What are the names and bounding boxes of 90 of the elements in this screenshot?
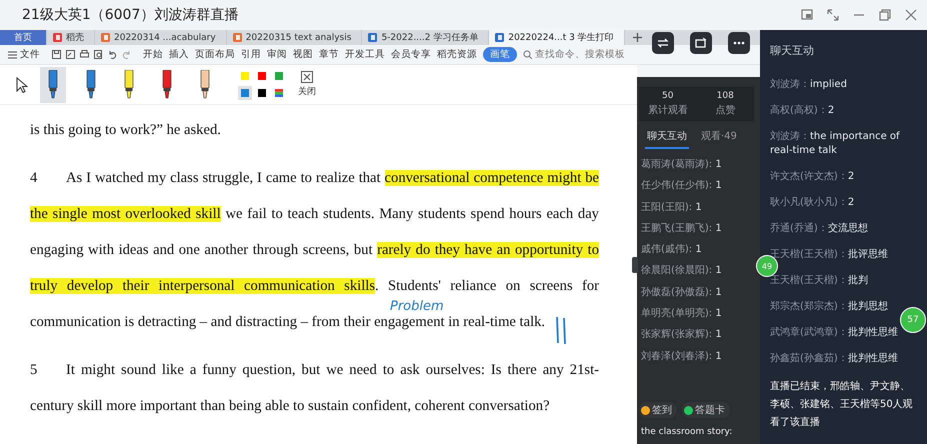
close-box-icon: [301, 71, 313, 83]
stat-value: 50: [662, 91, 674, 101]
chat-entry: 孙傲磊(孙傲磊): 1: [641, 286, 722, 299]
pen-icon: [86, 70, 96, 100]
document-icon: [368, 33, 378, 42]
color-swatch[interactable]: [255, 86, 269, 100]
menu-item[interactable]: 章节: [319, 48, 339, 61]
paragraph: 5 It might sound like a funny question, but we need to ask ourselves: Is there any 21st-century skill more important than being able to sustain confident, coherent conversation?: [30, 361, 599, 416]
preview-icon[interactable]: [94, 50, 103, 59]
chat-entry: 单明亮(单明亮): 1: [641, 306, 722, 320]
color-swatch[interactable]: [272, 69, 286, 83]
file-menu[interactable]: 文件: [8, 48, 40, 61]
ink-mark: [555, 315, 567, 345]
menu-item[interactable]: 审阅: [267, 48, 287, 61]
pen-tool[interactable]: [40, 66, 66, 102]
stat-value: 108: [716, 91, 734, 101]
pen-icon: [162, 70, 172, 100]
chat-entry: 刘春泽(刘春泽): 1: [641, 350, 722, 363]
chat-entry: 徐晨阳(徐晨阳): 1: [641, 264, 722, 278]
menu-icon: [8, 50, 17, 58]
search-icon: [523, 50, 532, 59]
more-button[interactable]: [728, 32, 750, 54]
close-icon[interactable]: [905, 9, 917, 21]
chat-entry: 王鹏飞(王鹏飞): 1: [641, 222, 722, 235]
menu-item[interactable]: 开始: [143, 48, 163, 61]
menu-item[interactable]: 插入: [169, 48, 189, 61]
switch-icon: [657, 37, 669, 49]
menu-item[interactable]: 引用: [241, 48, 261, 61]
close-pen-button[interactable]: 关闭: [298, 71, 316, 98]
save-icon[interactable]: [52, 50, 61, 59]
collapse-handle[interactable]: [632, 257, 638, 273]
chat-message: 武鸿章(武鸿章)：批判性思维: [770, 326, 899, 340]
chat-message: 孙鑫茹(孙鑫茹)：批判性思维: [770, 352, 899, 366]
system-notice: 直播已结束，邢皓轴、尹文静、李硕、张建铭、王天楷等50人观看了该直播: [770, 380, 914, 430]
restore-icon[interactable]: [879, 9, 891, 21]
chat-message: 许文杰(许文杰)：2: [770, 170, 856, 184]
docer-icon: [53, 33, 62, 42]
menu-item[interactable]: 稻壳资源: [437, 48, 477, 61]
chat-entry: 葛雨涛(葛雨涛): 1: [641, 158, 722, 171]
palette-icon[interactable]: [272, 86, 286, 100]
chat-message: 王天楷(王天楷)：批判: [770, 274, 869, 288]
print-icon[interactable]: [80, 50, 89, 59]
pen-icon: [200, 70, 210, 100]
presentation-icon: [232, 33, 242, 42]
document-icon: [495, 33, 504, 42]
chat-entry: 戚伟(戚伟): 1: [641, 242, 702, 256]
stat-label: 点赞: [715, 104, 736, 117]
color-swatch[interactable]: [255, 69, 269, 83]
message-input[interactable]: the classroom story:: [639, 424, 754, 440]
document-tab[interactable]: 20220224...t 3 学生打印: [489, 30, 625, 45]
action-button[interactable]: 答题卡: [682, 402, 730, 418]
action-button[interactable]: 签到: [639, 402, 677, 418]
chat-entry: 张家辉(张家辉): 1: [641, 328, 722, 342]
switch-button[interactable]: [652, 32, 674, 54]
chat-entry: 任少伟(任少伟): 1: [641, 178, 722, 192]
cursor-icon[interactable]: [16, 76, 28, 92]
panel-tab[interactable]: 聊天互动: [645, 125, 689, 149]
menu-item[interactable]: 开发工具: [345, 48, 385, 61]
paragraph: is this going to work?” he asked.: [30, 121, 222, 140]
menu-item[interactable]: 会员专享: [391, 48, 431, 61]
menu-item[interactable]: 视图: [293, 48, 313, 61]
panel-title: 聊天互动: [770, 43, 815, 58]
screen-button[interactable]: [690, 32, 712, 54]
window-title: 21级大英1（6007）刘波涛群直播: [22, 6, 240, 24]
pen-icon: [124, 70, 134, 100]
color-swatch[interactable]: [238, 86, 252, 100]
plus-icon[interactable]: [632, 33, 642, 42]
handwritten-note: Problem: [390, 300, 444, 314]
color-swatch[interactable]: [238, 69, 252, 83]
pen-mode-button[interactable]: 画笔: [483, 47, 517, 62]
document-tab[interactable]: 首页: [0, 30, 47, 45]
menu-item[interactable]: 页面布局: [195, 48, 235, 61]
search-field[interactable]: 查找命令、搜索模板: [523, 48, 625, 61]
chat-message: 乔通(乔通)：交流思想: [770, 222, 869, 236]
undo-icon[interactable]: [108, 50, 117, 59]
picture-in-picture-icon[interactable]: [801, 9, 813, 21]
stat-label: 累计观看: [648, 104, 688, 117]
chat-message: 耿小凡(耿小凡)：2: [770, 196, 856, 210]
export-icon[interactable]: [66, 50, 75, 59]
screen-icon: [695, 37, 707, 49]
chat-message: 高权(高权)：2: [770, 104, 836, 118]
chat-message: 刘波涛：implied: [770, 78, 848, 92]
expand-icon[interactable]: [827, 9, 839, 21]
chat-entry: 王阳(王阳): 1: [641, 200, 702, 214]
pen-icon: [48, 70, 58, 100]
count-badge: 57: [900, 307, 926, 333]
chat-message: 刘波涛：the importance of real-time talk: [770, 130, 901, 158]
presentation-icon: [101, 33, 110, 42]
chat-message: 郑宗杰(郑宗杰)：批判思想: [770, 300, 889, 314]
panel-tab[interactable]: 观看·49: [699, 125, 739, 149]
